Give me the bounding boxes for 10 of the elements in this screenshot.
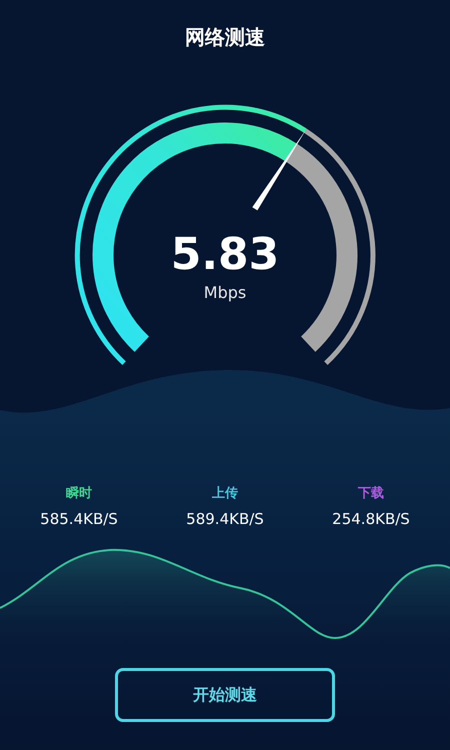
stat-label: 下载 — [358, 485, 384, 502]
start-test-button[interactable]: 开始测速 — [115, 668, 335, 722]
speed-unit: Mbps — [204, 283, 246, 302]
stat-value: 254.8KB/S — [332, 510, 410, 528]
speed-value: 5.83 — [170, 229, 280, 280]
page-title: 网络测速 — [185, 24, 265, 51]
stat-value: 589.4KB/S — [186, 510, 264, 528]
stat-label: 上传 — [212, 485, 238, 502]
stat-label: 瞬时 — [66, 485, 92, 502]
stat-value: 585.4KB/S — [40, 510, 118, 528]
